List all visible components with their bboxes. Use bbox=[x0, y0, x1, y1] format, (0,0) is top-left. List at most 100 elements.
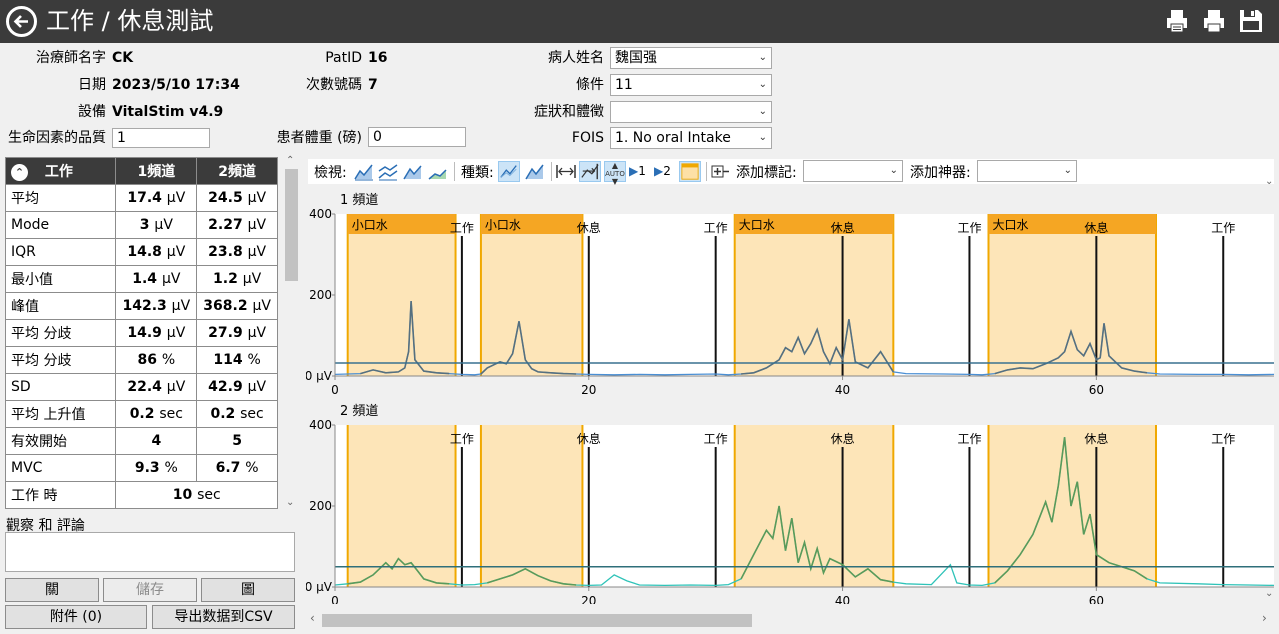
view-chart-4-icon[interactable] bbox=[427, 161, 449, 182]
stats-ch1-value: 86 % bbox=[115, 346, 198, 374]
stats-header-work[interactable]: ⌃ 工作 bbox=[4, 157, 117, 185]
scroll-down-icon[interactable]: ⌄ bbox=[1265, 588, 1273, 599]
save-button[interactable]: 儲存 bbox=[103, 578, 197, 602]
scrollbar-thumb[interactable] bbox=[285, 169, 298, 281]
stats-ch1-value: 9.3 % bbox=[115, 454, 198, 482]
stats-row-label: MVC bbox=[4, 454, 117, 482]
export-csv-button[interactable]: 导出数据到CSV bbox=[152, 605, 295, 629]
collapse-icon[interactable]: ⌃ bbox=[11, 163, 28, 181]
scroll-down-icon[interactable]: ⌄ bbox=[1265, 176, 1273, 187]
therapist-label: 治療師名字 bbox=[36, 50, 106, 66]
scrollbar-thumb[interactable] bbox=[322, 614, 752, 627]
chart-horizontal-scrollbar[interactable]: ‹ › bbox=[306, 611, 1276, 629]
x-tick-label: 40 bbox=[835, 594, 850, 604]
marker-label: 休息 bbox=[1084, 220, 1108, 235]
x-tick-label: 60 bbox=[1089, 383, 1104, 397]
patid-value: 16 bbox=[368, 50, 388, 66]
event-region bbox=[347, 214, 456, 376]
stats-row-label: 平均 分歧 bbox=[4, 346, 117, 374]
marker-label: 工作 bbox=[1211, 221, 1235, 235]
zoom-x-icon[interactable] bbox=[579, 161, 601, 182]
stats-row-label: Mode bbox=[4, 211, 117, 239]
scroll-down-icon[interactable]: ⌄ bbox=[286, 497, 294, 508]
toolbar-separator bbox=[454, 162, 455, 181]
channel-1-button[interactable]: ▶1 bbox=[629, 161, 651, 182]
view-chart-2-icon[interactable] bbox=[377, 161, 399, 182]
fois-select[interactable]: 1. No oral Intake ⌄ bbox=[610, 127, 772, 149]
chart-button[interactable]: 圖 bbox=[201, 578, 295, 602]
type-line-icon[interactable] bbox=[498, 161, 520, 182]
event-region bbox=[734, 425, 894, 587]
event-region bbox=[480, 425, 583, 587]
scroll-up-icon[interactable]: ⌃ bbox=[286, 155, 294, 166]
scroll-right-icon[interactable]: › bbox=[1262, 611, 1267, 625]
stats-row: 平均 17.4 μV 24.5 μV bbox=[4, 184, 278, 212]
highlight-events-icon[interactable] bbox=[679, 161, 701, 182]
chevron-down-icon: ⌄ bbox=[758, 52, 767, 63]
stats-row: Mode 3 μV 2.27 μV bbox=[4, 211, 278, 239]
view-chart-1-icon[interactable] bbox=[353, 161, 375, 182]
back-button[interactable] bbox=[6, 6, 37, 37]
auto-scale-button[interactable]: ▲ AUTO ▼ bbox=[604, 161, 626, 186]
add-marker-select[interactable]: ⌄ bbox=[803, 160, 903, 182]
channel-2-button[interactable]: ▶2 bbox=[654, 161, 676, 182]
event-label: 小口水 bbox=[352, 218, 388, 232]
stats-ch1-value: 3 μV bbox=[115, 211, 198, 239]
stats-row: IQR 14.8 μV 23.8 μV bbox=[4, 238, 278, 266]
stats-ch2-value: 1.2 μV bbox=[196, 265, 278, 293]
condition-label: 條件 bbox=[576, 77, 604, 93]
attachments-button[interactable]: 附件 (0) bbox=[5, 605, 147, 629]
notes-textarea[interactable] bbox=[5, 532, 295, 572]
marker-label: 休息 bbox=[831, 220, 855, 235]
stats-row: 平均 分歧 14.9 μV 27.9 μV bbox=[4, 319, 278, 347]
stats-ch2-value: 24.5 μV bbox=[196, 184, 278, 212]
symptom-select[interactable]: ⌄ bbox=[610, 101, 772, 123]
stats-row-label: 平均 bbox=[4, 184, 117, 212]
x-tick-label: 20 bbox=[581, 383, 596, 397]
type-area-icon[interactable] bbox=[524, 161, 546, 182]
marker-label: 工作 bbox=[957, 221, 981, 235]
add-device-label: 添加神器: bbox=[910, 165, 971, 181]
stats-ch2-value: 368.2 μV bbox=[196, 292, 278, 320]
marker-label: 工作 bbox=[450, 221, 474, 235]
condition-select[interactable]: 11 ⌄ bbox=[610, 74, 772, 96]
qol-input[interactable] bbox=[112, 128, 210, 148]
emg-charts[interactable]: 1 頻道小口水 小口水 大口水 大口水工作 休息 工作 休息 工作 休息 工作4002000 μV… bbox=[305, 186, 1276, 608]
marker-label: 休息 bbox=[577, 220, 601, 235]
stats-ch1-value: 17.4 μV bbox=[115, 184, 198, 212]
scroll-left-icon[interactable]: ‹ bbox=[310, 611, 315, 625]
stats-ch2-value: 2.27 μV bbox=[196, 211, 278, 239]
stats-ch1-value: 14.9 μV bbox=[115, 319, 198, 347]
stats-ch2-value: 5 bbox=[196, 427, 278, 455]
marker-label: 休息 bbox=[577, 431, 601, 446]
fit-width-icon[interactable] bbox=[555, 161, 577, 182]
stats-row-label: 平均 上升值 bbox=[4, 400, 117, 428]
event-label: 大口水 bbox=[739, 218, 775, 232]
y-tick-label: 0 μV bbox=[306, 580, 333, 594]
stats-row: 平均 上升值 0.2 sec 0.2 sec bbox=[4, 400, 278, 428]
stats-row-label: IQR bbox=[4, 238, 117, 266]
fois-label: FOIS bbox=[571, 130, 604, 146]
add-marker-icon[interactable] bbox=[709, 161, 731, 182]
patid-label: PatID bbox=[325, 50, 362, 66]
y-tick-label: 400 bbox=[309, 418, 332, 432]
save-disk-icon[interactable] bbox=[1238, 8, 1264, 34]
print-preview-icon[interactable] bbox=[1164, 8, 1190, 34]
stats-scrollbar[interactable]: ⌃ ⌄ bbox=[282, 155, 300, 512]
weight-input[interactable] bbox=[368, 127, 466, 147]
x-tick-label: 40 bbox=[835, 383, 850, 397]
stats-row: MVC 9.3 % 6.7 % bbox=[4, 454, 278, 482]
print-icon[interactable] bbox=[1201, 8, 1227, 34]
stats-row-label: SD bbox=[4, 373, 117, 401]
stats-ch2-value: 6.7 % bbox=[196, 454, 278, 482]
page-title: 工作 / 休息測試 bbox=[46, 7, 214, 35]
qol-label: 生命因素的品質 bbox=[8, 130, 106, 146]
stats-row: 峰值 142.3 μV 368.2 μV bbox=[4, 292, 278, 320]
close-button[interactable]: 關 bbox=[5, 578, 99, 602]
stats-ch2-value: 0.2 sec bbox=[196, 400, 278, 428]
weight-label: 患者體重 (磅) bbox=[276, 130, 362, 146]
patient-select[interactable]: 魏国强 ⌄ bbox=[610, 47, 772, 69]
view-chart-3-icon[interactable] bbox=[402, 161, 424, 182]
add-device-select[interactable]: ⌄ bbox=[977, 160, 1077, 182]
chart-vertical-scrollbar[interactable]: ⌄ ⌄ bbox=[1262, 176, 1276, 606]
